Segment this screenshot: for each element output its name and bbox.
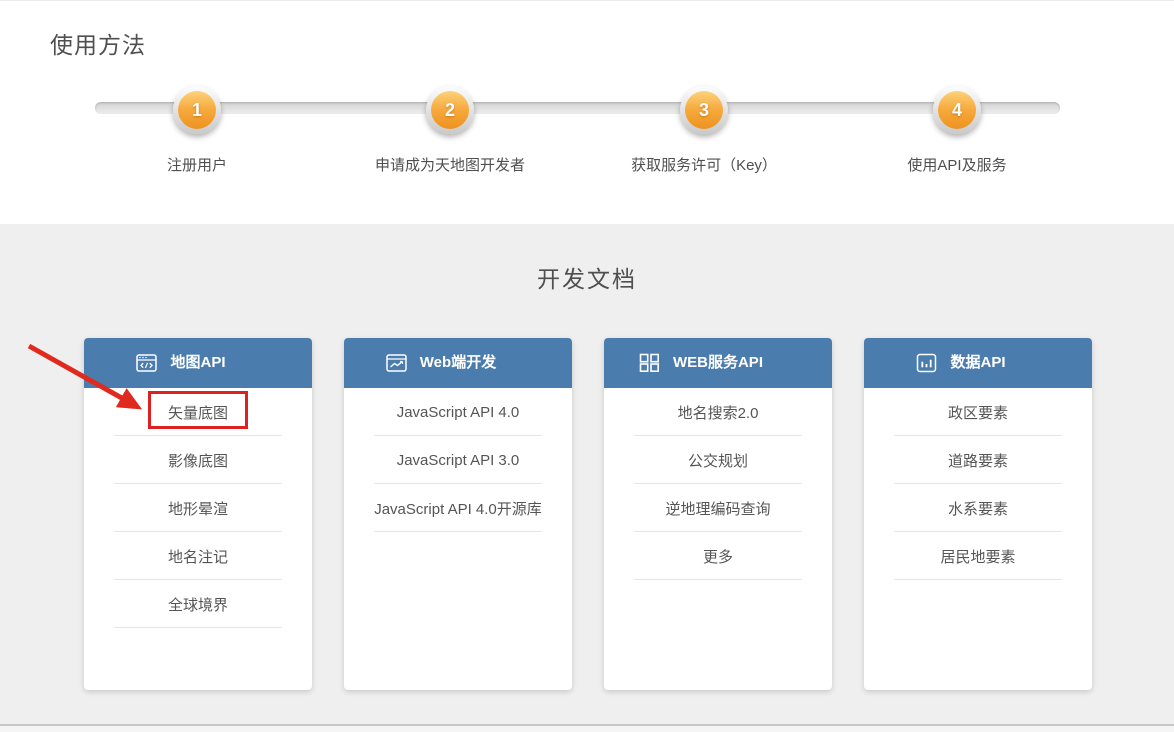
step-circle-1: 1 xyxy=(173,86,221,134)
doc-link-reverse-geocoding[interactable]: 逆地理编码查询 xyxy=(604,484,832,532)
card-data-api-header: 数据API xyxy=(864,338,1092,388)
card-title: 数据API xyxy=(950,354,1006,371)
doc-link-label: 地名注记 xyxy=(167,548,228,566)
doc-link-road-features[interactable]: 道路要素 xyxy=(864,436,1092,484)
step-number: 3 xyxy=(698,99,709,120)
grid-icon xyxy=(639,353,660,373)
doc-link-label: 地形晕渲 xyxy=(167,500,228,518)
doc-link-label: 居民地要素 xyxy=(940,548,1016,566)
card-title: WEB服务API xyxy=(672,354,763,371)
doc-link-label: 道路要素 xyxy=(947,452,1008,470)
step-circle-2: 2 xyxy=(426,86,474,134)
doc-link-label: 更多 xyxy=(702,548,733,566)
doc-link-label: 水系要素 xyxy=(947,500,1008,518)
card-title: Web端开发 xyxy=(419,354,497,371)
doc-link-label: 逆地理编码查询 xyxy=(665,500,771,518)
steps-progress-bar xyxy=(95,102,1060,114)
doc-link-bus-planning[interactable]: 公交规划 xyxy=(604,436,832,484)
doc-link-more[interactable]: 更多 xyxy=(604,532,832,580)
step-number: 1 xyxy=(191,99,202,120)
tianditu-developer-page: 使用方法 1 2 3 4 注册用户 申请成为天地图开发者 获取服务许可（Key）… xyxy=(0,0,1174,732)
doc-link-label: 矢量底图 xyxy=(167,404,228,422)
doc-link-residential-features[interactable]: 居民地要素 xyxy=(864,532,1092,580)
bar-chart-icon xyxy=(916,353,937,373)
code-window-icon xyxy=(136,354,158,373)
card-map-api-header: 地图API xyxy=(84,338,312,388)
card-web-dev: Web端开发 JavaScript API 4.0 JavaScript API… xyxy=(344,338,572,690)
doc-link-place-search[interactable]: 地名搜索2.0 xyxy=(604,388,832,436)
doc-link-label: 公交规划 xyxy=(687,452,748,470)
doc-link-label: 全球境界 xyxy=(167,596,228,614)
docs-section: 开发文档 地图API 矢量底图 影像底图 地形晕渲 地名注记 全球境界 Web端… xyxy=(0,224,1174,726)
card-title: 地图API xyxy=(170,354,226,371)
step-number: 2 xyxy=(444,99,455,120)
doc-link-global-boundary[interactable]: 全球境界 xyxy=(84,580,312,628)
doc-link-image-basemap[interactable]: 影像底图 xyxy=(84,436,312,484)
doc-link-vector-basemap[interactable]: 矢量底图 xyxy=(84,388,312,436)
doc-cards: 地图API 矢量底图 影像底图 地形晕渲 地名注记 全球境界 Web端开发 Ja… xyxy=(84,338,1092,690)
doc-link-js-api-30[interactable]: JavaScript API 3.0 xyxy=(344,436,572,484)
doc-link-js-api-40[interactable]: JavaScript API 4.0 xyxy=(344,388,572,436)
step-number: 4 xyxy=(951,99,962,120)
doc-link-label: JavaScript API 3.0 xyxy=(396,451,520,469)
card-web-service-api: WEB服务API 地名搜索2.0 公交规划 逆地理编码查询 更多 xyxy=(604,338,832,690)
step-circle-3: 3 xyxy=(680,86,728,134)
card-web-dev-header: Web端开发 xyxy=(344,338,572,388)
doc-link-label: 地名搜索2.0 xyxy=(677,404,759,422)
step-label-use-api: 使用API及服务 xyxy=(907,157,1007,174)
card-web-service-api-header: WEB服务API xyxy=(604,338,832,388)
doc-link-label: 政区要素 xyxy=(947,404,1008,422)
card-map-api: 地图API 矢量底图 影像底图 地形晕渲 地名注记 全球境界 xyxy=(84,338,312,690)
card-data-api: 数据API 政区要素 道路要素 水系要素 居民地要素 xyxy=(864,338,1092,690)
doc-link-admin-region-features[interactable]: 政区要素 xyxy=(864,388,1092,436)
step-circle-4: 4 xyxy=(933,86,981,134)
usage-title: 使用方法 xyxy=(50,32,146,58)
doc-link-label: 影像底图 xyxy=(167,452,228,470)
doc-link-place-annotation[interactable]: 地名注记 xyxy=(84,532,312,580)
doc-link-label: JavaScript API 4.0 xyxy=(396,403,520,421)
doc-link-water-features[interactable]: 水系要素 xyxy=(864,484,1092,532)
chart-window-icon xyxy=(386,354,407,373)
doc-link-label: JavaScript API 4.0开源库 xyxy=(374,500,542,518)
doc-link-terrain-shading[interactable]: 地形晕渲 xyxy=(84,484,312,532)
usage-section: 使用方法 1 2 3 4 注册用户 申请成为天地图开发者 获取服务许可（Key）… xyxy=(0,0,1174,224)
docs-title: 开发文档 xyxy=(537,266,637,292)
doc-link-js-api-40-opensource[interactable]: JavaScript API 4.0开源库 xyxy=(344,484,572,532)
